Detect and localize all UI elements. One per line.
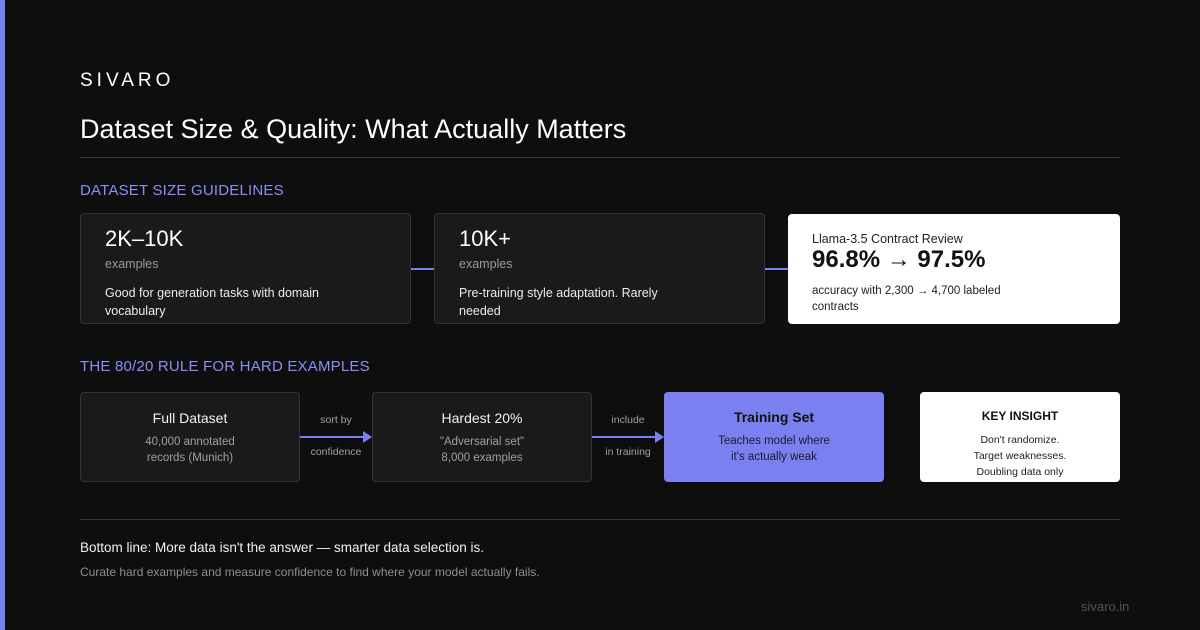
bottom-divider	[80, 519, 1120, 520]
flow-step-subtext-line: 8,000 examples	[441, 452, 523, 464]
flow-step-subtext-line: "Adversarial set"	[439, 436, 525, 448]
flow-step-subtext-line: records (Munich)	[146, 452, 234, 464]
insight-line: Don't randomize.	[980, 434, 1060, 446]
result-subtext: accuracy with 2,300 → 4,700 labeled cont…	[812, 285, 1001, 313]
bottom-subtext: Curate hard examples and measure confide…	[80, 565, 540, 579]
insight-title: KEY INSIGHT	[981, 409, 1059, 423]
size-card-description: Good for generation tasks with domain vo…	[105, 286, 320, 318]
result-value: 96.8% → 97.5%	[812, 246, 986, 273]
flow-section-label: THE 80/20 RULE FOR HARD EXAMPLES	[80, 358, 370, 375]
page-title: Dataset Size & Quality: What Actually Ma…	[80, 114, 627, 144]
arrow-label-bottom: confidence	[310, 446, 362, 458]
insight-text: Don't randomize. Target weaknesses. Doub…	[920, 432, 1120, 480]
size-card-value: 2K–10K	[105, 226, 184, 251]
arrow-label-top: include	[611, 414, 645, 426]
flow-step-subtext-line: it's actually weak	[731, 451, 817, 463]
size-card-small: 2K–10K examples Good for generation task…	[80, 213, 411, 324]
size-card-value: 10K+	[459, 226, 511, 251]
result-card: Llama-3.5 Contract Review 96.8% → 97.5% …	[788, 214, 1120, 324]
bottom-line-text: Bottom line: More data isn't the answer …	[80, 540, 485, 555]
size-card-unit: examples	[459, 257, 513, 271]
brand-logo: SIVARO	[80, 70, 175, 91]
flow-step-subtext-line: Teaches model where	[718, 435, 830, 447]
flow-step-title: Hardest 20%	[441, 410, 523, 426]
flow-step-hardest: Hardest 20% "Adversarial set" 8,000 exam…	[372, 392, 592, 482]
key-insight-card: KEY INSIGHT Don't randomize. Target weak…	[920, 392, 1120, 482]
footer-url[interactable]: sivaro.in	[1081, 599, 1129, 614]
arrow-label-top: sort by	[320, 414, 352, 426]
title-divider	[80, 157, 1120, 158]
arrow-connector	[300, 431, 372, 443]
arrow-connector	[592, 431, 664, 443]
size-card-description: Pre-training style adaptation. Rarely ne…	[459, 286, 658, 318]
insight-line: Doubling data only	[976, 466, 1064, 478]
size-card-unit: examples	[105, 257, 159, 271]
flow-step-training-set: Training Set Teaches model where it's ac…	[664, 392, 884, 482]
arrow-label-bottom: in training	[605, 446, 651, 458]
flow-step-full-dataset: Full Dataset 40,000 annotated records (M…	[80, 392, 300, 482]
flow-step-subtext: "Adversarial set" 8,000 examples	[373, 434, 591, 466]
flow-step-subtext: 40,000 annotated records (Munich)	[81, 434, 299, 466]
size-section-label: DATASET SIZE GUIDELINES	[80, 182, 284, 199]
flow-step-subtext: Teaches model where it's actually weak	[664, 433, 884, 465]
accent-bar	[0, 0, 5, 630]
size-card-large: 10K+ examples Pre-training style adaptat…	[434, 213, 765, 324]
insight-line: Target weaknesses.	[973, 450, 1067, 462]
result-label: Llama-3.5 Contract Review	[812, 232, 963, 246]
flow-step-title: Full Dataset	[152, 410, 228, 426]
flow-step-subtext-line: 40,000 annotated	[145, 436, 235, 448]
flow-step-title: Training Set	[733, 409, 815, 425]
